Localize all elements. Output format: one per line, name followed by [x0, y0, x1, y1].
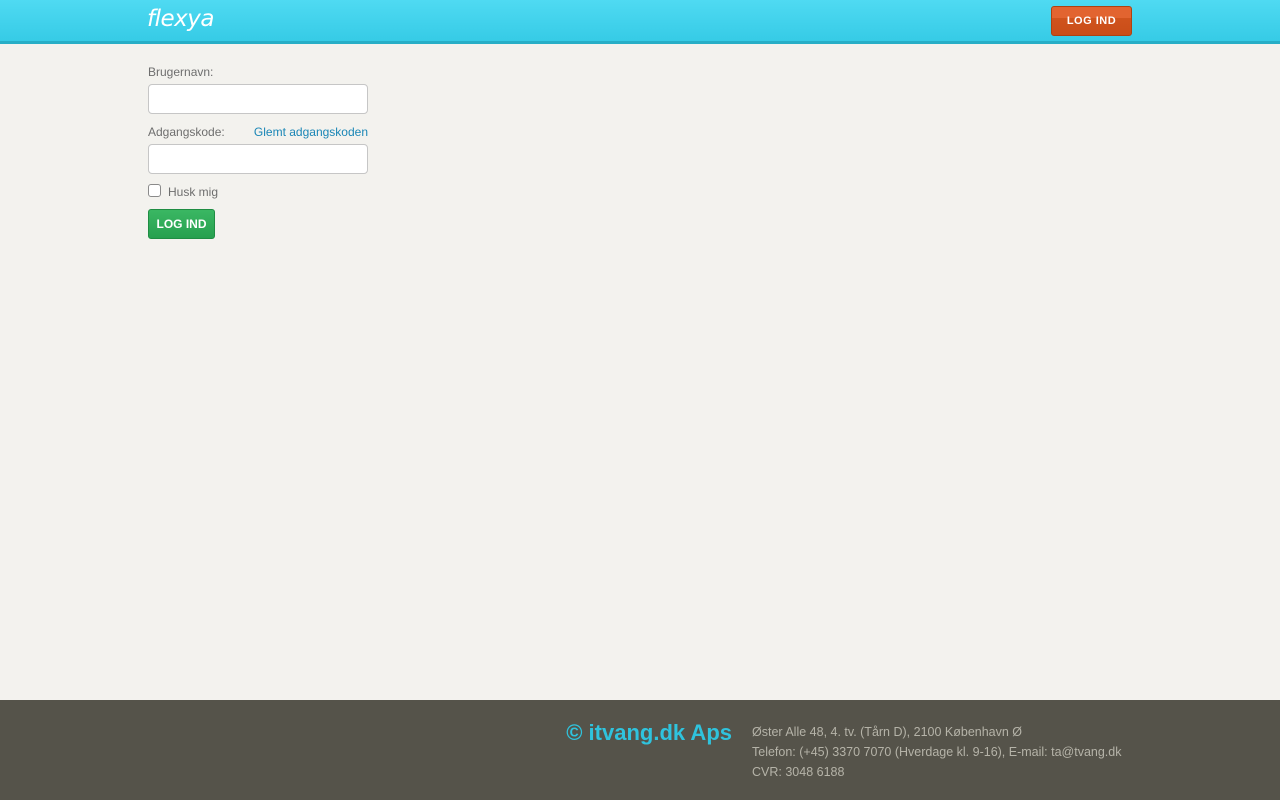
- footer-contact-info: Øster Alle 48, 4. tv. (Tårn D), 2100 Køb…: [752, 722, 1121, 782]
- footer-cvr: CVR: 3048 6188: [752, 765, 845, 779]
- remember-me-checkbox[interactable]: [148, 184, 161, 197]
- footer-phone-email: Telefon: (+45) 3370 7070 (Hverdage kl. 9…: [752, 745, 1122, 759]
- header-login-button[interactable]: LOG IND: [1051, 6, 1132, 36]
- flexya-logo[interactable]: flexya: [147, 6, 214, 32]
- footer-address: Øster Alle 48, 4. tv. (Tårn D), 2100 Køb…: [752, 725, 1023, 739]
- footer: © itvang.dk Aps Øster Alle 48, 4. tv. (T…: [0, 700, 1280, 800]
- footer-copyright: © itvang.dk Aps: [566, 720, 732, 745]
- top-navbar: flexya LOG IND: [0, 0, 1280, 44]
- username-input[interactable]: [148, 84, 368, 114]
- forgot-password-link[interactable]: Glemt adgangskoden: [254, 125, 368, 139]
- remember-me-label[interactable]: Husk mig: [168, 185, 218, 199]
- password-input[interactable]: [148, 144, 368, 174]
- password-label: Adgangskode:: [148, 125, 225, 139]
- login-submit-button[interactable]: LOG IND: [148, 209, 215, 239]
- username-label: Brugernavn:: [148, 65, 214, 79]
